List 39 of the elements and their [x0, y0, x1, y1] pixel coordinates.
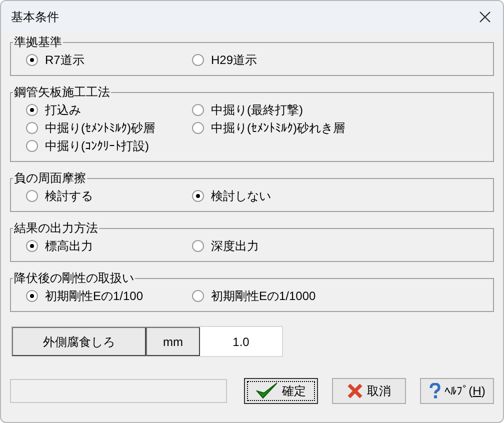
- radio-button[interactable]: [26, 140, 38, 152]
- radio-button[interactable]: [26, 190, 38, 202]
- window-title: 基本条件: [11, 8, 59, 26]
- radio-label: 中掘り(ｺﾝｸﾘｰﾄ打設): [45, 138, 149, 155]
- radio-button[interactable]: [192, 190, 204, 202]
- radio-button[interactable]: [192, 122, 204, 134]
- radio-label: 初期剛性Eの1/1000: [211, 288, 316, 305]
- radio-label: H29道示: [211, 52, 258, 69]
- cancel-button[interactable]: 取消: [332, 378, 406, 404]
- close-icon: [347, 383, 363, 399]
- radio-button[interactable]: [26, 54, 38, 66]
- radio-label: 検討する: [45, 188, 93, 205]
- group-title: 準拠基準: [13, 34, 63, 51]
- radio-button[interactable]: [192, 54, 204, 66]
- radio-label: 中掘り(ｾﾒﾝﾄﾐﾙｸ)砂れき層: [211, 120, 345, 137]
- radio-label: 標高出力: [45, 238, 93, 255]
- radio-button[interactable]: [26, 240, 38, 252]
- group-title: 結果の出力方法: [13, 220, 99, 237]
- radio-button[interactable]: [192, 240, 204, 252]
- group-title: 鋼管矢板施工工法: [13, 84, 111, 101]
- radio-label: 初期剛性Eの1/100: [45, 288, 144, 305]
- checkmark-icon: [256, 382, 278, 400]
- close-icon[interactable]: [479, 10, 491, 22]
- radio-button[interactable]: [192, 104, 204, 116]
- radio-button[interactable]: [26, 122, 38, 134]
- ok-button[interactable]: 確定: [244, 378, 318, 404]
- radio-label: R7道示: [45, 52, 84, 69]
- radio-label: 打込み: [45, 102, 81, 119]
- radio-button[interactable]: [26, 290, 38, 302]
- radio-label: 中掘り(ｾﾒﾝﾄﾐﾙｸ)砂層: [45, 120, 155, 137]
- group-title: 降伏後の剛性の取扱い: [13, 270, 135, 287]
- radio-button[interactable]: [26, 104, 38, 116]
- help-button[interactable]: ﾍﾙﾌﾟ(H): [420, 378, 494, 404]
- question-icon: [428, 383, 441, 399]
- radio-label: 深度出力: [211, 238, 259, 255]
- radio-label: 中掘り(最終打撃): [211, 102, 303, 119]
- group-title: 負の周面摩擦: [13, 170, 87, 187]
- radio-label: 検討しない: [211, 188, 271, 205]
- radio-button[interactable]: [192, 290, 204, 302]
